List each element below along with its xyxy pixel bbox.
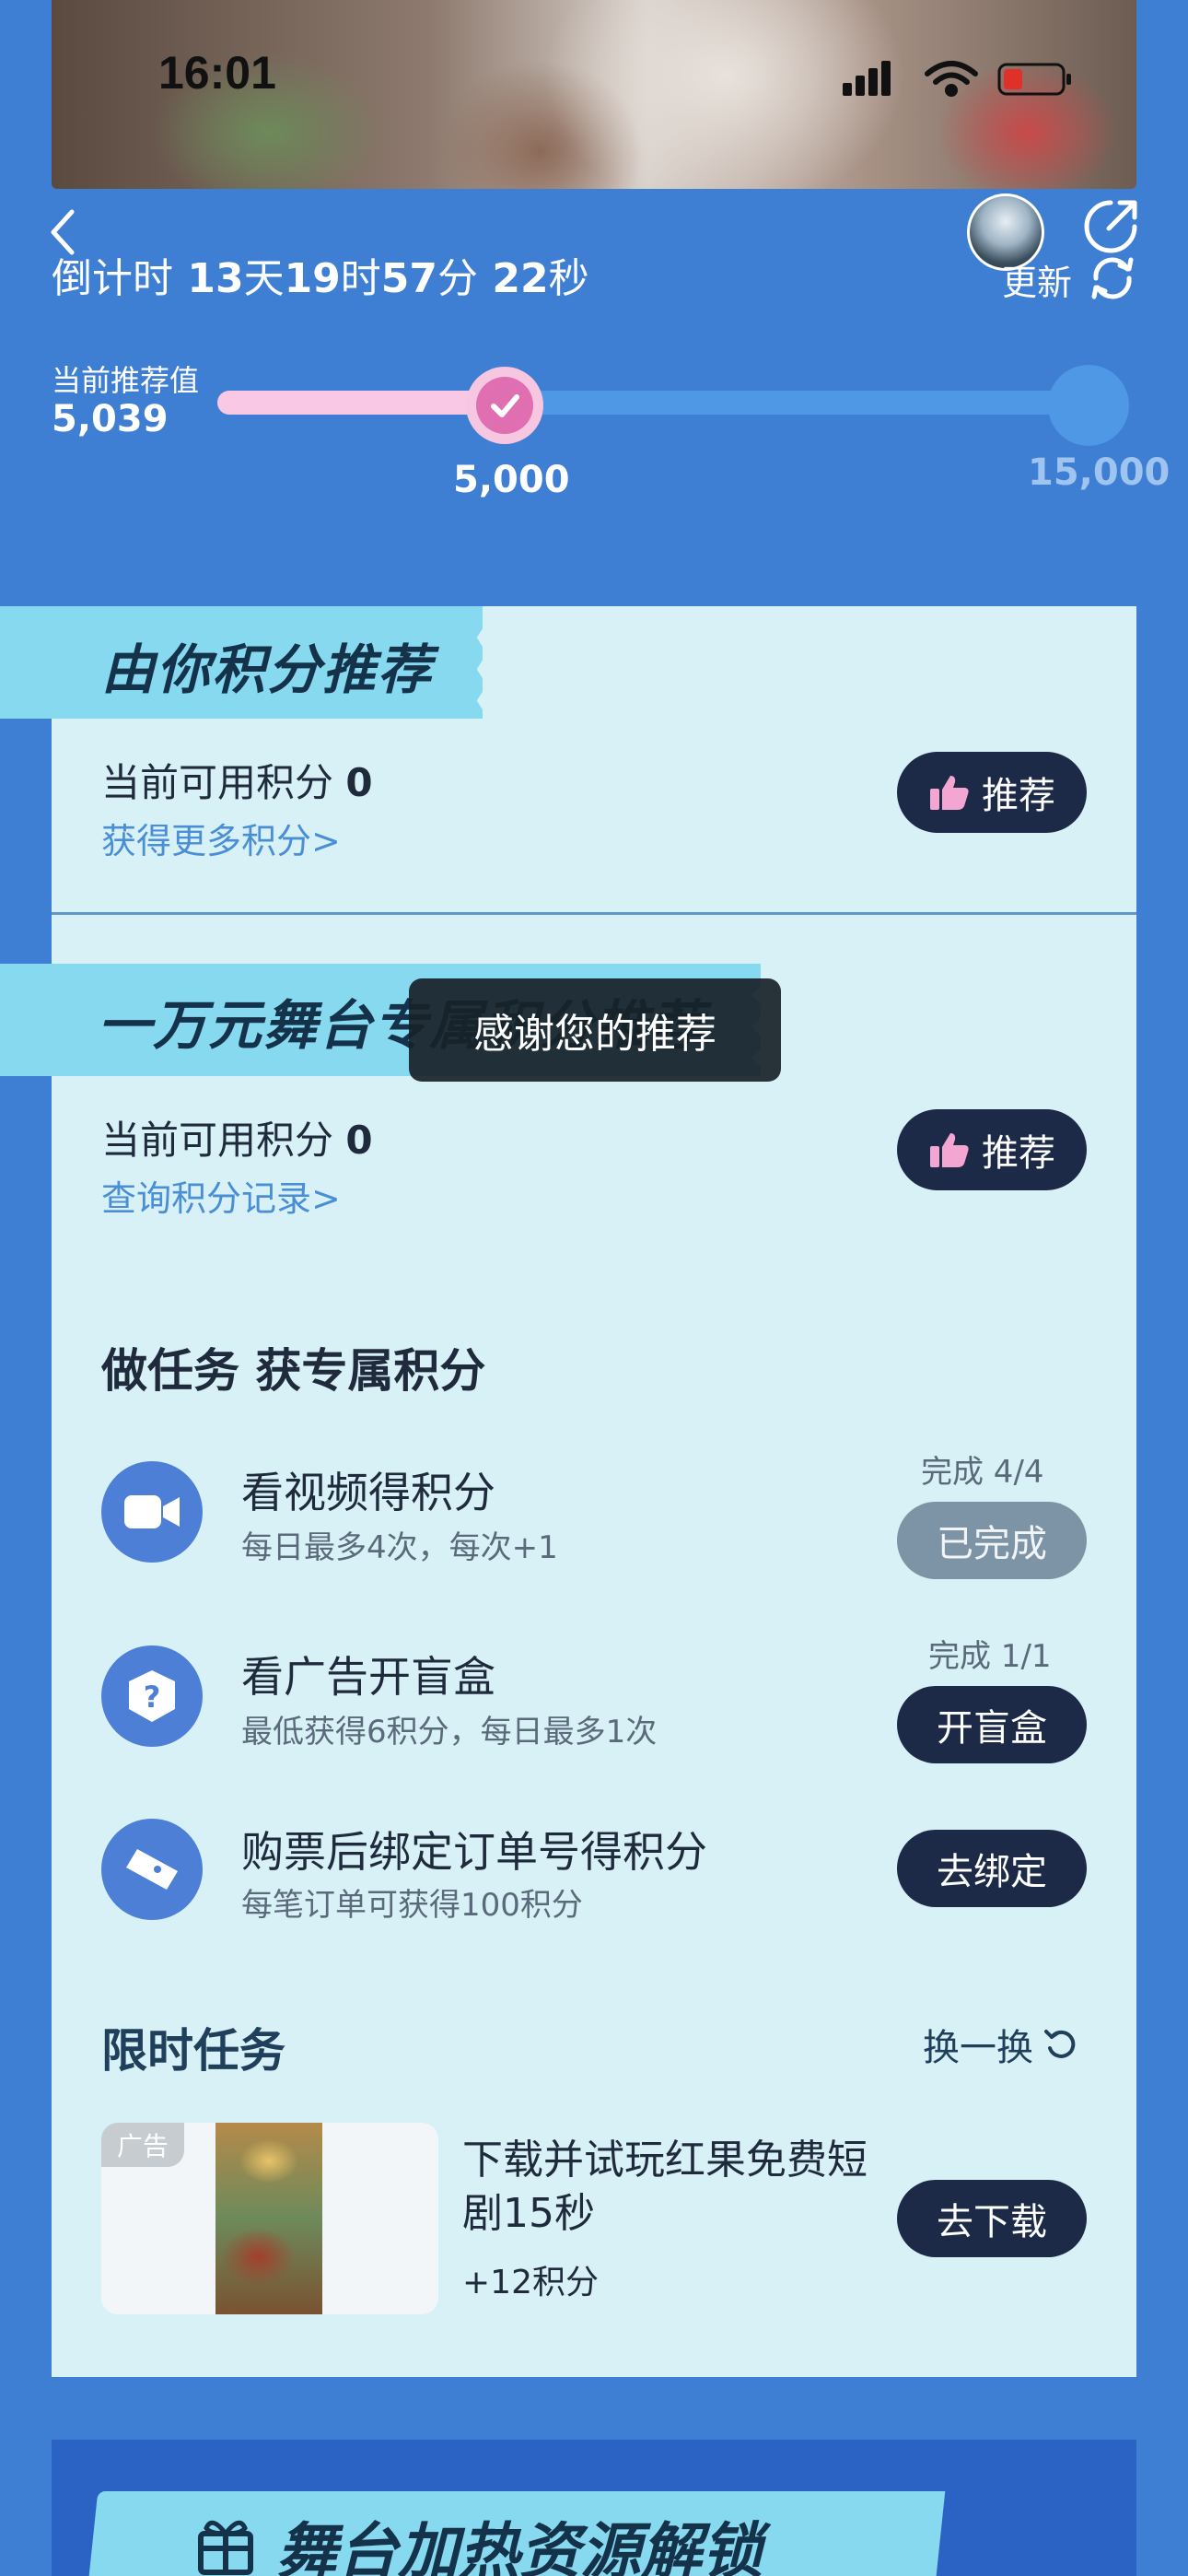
question-box-icon: ? [101,1645,203,1747]
ad-thumbnail[interactable] [215,2123,322,2314]
tasks-title: 做任务 获专属积分 [101,1344,486,1398]
points-card [52,606,1136,2377]
milestone-reached [466,367,543,444]
signal-icon [843,61,891,96]
recommend-button[interactable]: 推荐 [897,1109,1087,1190]
points-history-link[interactable]: 查询积分记录> [101,1170,341,1221]
share-icon[interactable] [1083,197,1140,254]
milestone-next [1048,365,1129,446]
status-icons [843,61,1071,97]
progress-fill [217,391,508,415]
toast-message: 感谢您的推荐 [409,978,781,1082]
recommend-label: 当前推荐值 [52,363,200,398]
recommend-value: 5,039 [52,398,169,440]
download-button[interactable]: 去下载 [897,2180,1087,2257]
countdown-timer: 倒计时 13天19时57分 22秒 [52,255,589,302]
task-desc: 最低获得6积分，每日最多1次 [241,1714,658,1751]
section-title: 由你积分推荐 [101,638,434,701]
rotate-icon [1044,2030,1076,2058]
svg-text:?: ? [144,1680,161,1715]
battery-icon [997,63,1071,96]
wifi-icon [925,61,978,97]
video-camera-icon [101,1461,203,1563]
task-done-button[interactable]: 已完成 [897,1502,1087,1579]
status-time: 16:01 [158,47,276,99]
task-desc: 每笔订单可获得100积分 [241,1887,583,1924]
refresh-icon[interactable] [1087,252,1138,304]
limited-tasks-title: 限时任务 [101,2024,285,2078]
task-name: 看视频得积分 [241,1468,495,1517]
more-points-link[interactable]: 获得更多积分> [101,813,341,863]
task-desc: 每日最多4次，每次+1 [241,1529,558,1566]
milestone-label: 15,000 [1028,451,1171,494]
ad-tag: 广告 [101,2123,184,2167]
task-name: 看广告开盲盒 [241,1652,495,1702]
check-icon [491,394,519,417]
task-name: 购票后绑定订单号得积分 [241,1827,707,1877]
ticket-icon [101,1819,203,1920]
divider [52,912,1136,915]
task-progress: 完成 1/1 [928,1638,1052,1675]
bind-order-button[interactable]: 去绑定 [897,1830,1087,1907]
shuffle-tasks-button[interactable]: 换一换 [923,2018,1079,2071]
thumbs-up-icon [930,776,969,810]
available-points: 当前可用积分 0 [101,1118,373,1163]
ad-task-name: 下载并试玩红果免费短剧15秒 [462,2137,868,2237]
bottom-banner-title: 舞台加热资源解锁 [276,2516,763,2576]
refresh-label[interactable]: 更新 [1002,254,1072,305]
thumbs-up-icon [930,1133,969,1167]
ad-reward: +12积分 [462,2264,599,2301]
gift-icon [198,2520,253,2575]
recommend-button[interactable]: 推荐 [897,752,1087,833]
milestone-label: 5,000 [453,459,570,501]
open-box-button[interactable]: 开盲盒 [897,1686,1087,1763]
available-points: 当前可用积分 0 [101,760,373,805]
task-progress: 完成 4/4 [921,1454,1044,1491]
